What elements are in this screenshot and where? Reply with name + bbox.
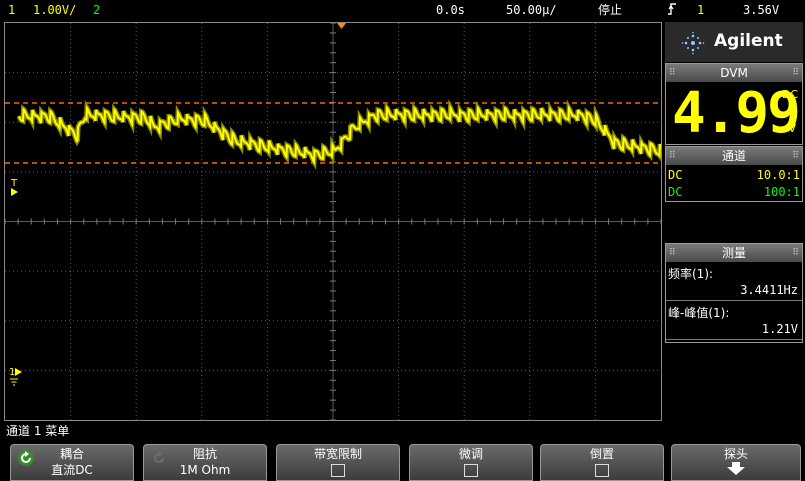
graticule: T 1 [5,23,661,420]
status-bar: 1 1.00V/ 2 0.0s 50.00µ/ 停止 1 3.56V [0,0,805,22]
ch1-coupling: DC [668,168,683,182]
measurement-header[interactable]: ⠿ 测量 ⠿ [666,244,802,262]
channel-row-2[interactable]: DC 100:1 [668,185,800,201]
run-state[interactable]: 停止 [598,3,622,17]
trigger-source[interactable]: 1 [697,3,704,17]
softkey-probe[interactable]: 探头 [671,444,801,481]
dvm-mode: DC [781,88,798,101]
measurement-label-pk-pk: 峰-峰值(1): [668,306,730,320]
trigger-edge-icon [667,1,677,20]
channel-box[interactable]: ⠿ 通道 ⠿ DC 10.0:1 DC 100:1 [665,146,803,202]
softkey-coupling[interactable]: 耦合 直流DC [10,444,134,481]
trigger-level[interactable]: 3.56V [743,3,779,17]
channel-header-label: 通道 [721,149,746,163]
trigger-level-marker[interactable]: T [10,178,18,196]
ch1-ground-marker[interactable]: 1 [9,367,22,386]
measurement-divider-bottom [666,339,802,340]
measurement-value-frequency: 3.4411Hz [740,283,798,297]
channel1-waveform [16,99,661,171]
trigger-position-marker[interactable] [337,23,346,29]
softkey-invert-label: 倒置 [589,447,614,461]
checkbox-icon[interactable] [464,464,478,477]
trigger-level-marker-label: T [10,178,18,189]
measurement-label-frequency: 频率(1): [668,267,714,281]
dvm-box[interactable]: ⠿ DVM ⠿ 4.99 DC V [665,63,803,145]
submenu-arrow-icon [672,462,800,479]
ch1-scale[interactable]: 1.00V/ [33,3,76,17]
refresh-icon [17,449,35,467]
time-scale[interactable]: 50.00µ/ [506,3,557,17]
brand-box: Agilent [665,22,803,62]
softkey-fine-label: 微调 [458,447,483,461]
softkey-probe-label: 探头 [723,447,748,461]
ch1-label[interactable]: 1 [8,3,15,17]
ch2-probe: 100:1 [763,185,800,199]
brand-name: Agilent [714,31,783,51]
refresh-icon [150,449,168,467]
dvm-reading: 4.99 [672,81,801,146]
checkbox-icon[interactable] [331,464,345,477]
time-position[interactable]: 0.0s [436,3,465,17]
checkbox-icon[interactable] [595,464,609,477]
dvm-header-label: DVM [720,66,748,80]
softkey-bw-limit-label: 带宽限制 [313,447,362,461]
ch1-probe: 10.0:1 [756,168,800,182]
menu-title: 通道 1 菜单 [6,424,70,438]
channel-header[interactable]: ⠿ 通道 ⠿ [666,147,802,165]
softkey-impedance[interactable]: 阻抗 1M Ohm [143,444,267,481]
measurement-value-pk-pk: 1.21V [761,322,798,336]
dvm-header[interactable]: ⠿ DVM ⠿ [666,64,802,82]
ch2-coupling: DC [668,185,683,199]
side-panel: Agilent ⠿ DVM ⠿ 4.99 DC V ⠿ 通道 ⠿ DC 10.0… [665,22,805,421]
softkey-bw-limit[interactable]: 带宽限制 [276,444,400,481]
measurement-divider [666,300,802,301]
measurement-header-label: 测量 [721,246,746,260]
dvm-unit: V [788,122,796,135]
channel-row-1[interactable]: DC 10.0:1 [668,168,800,184]
ch1-ground-marker-label: 1 [9,367,15,378]
waveform-display[interactable]: T 1 [4,22,662,421]
agilent-spark-icon [681,31,705,58]
softkey-invert[interactable]: 倒置 [540,444,664,481]
softkey-fine[interactable]: 微调 [409,444,533,481]
ch2-label[interactable]: 2 [93,3,100,17]
measurement-box[interactable]: ⠿ 测量 ⠿ 频率(1): 3.4411Hz 峰-峰值(1): 1.21V [665,243,803,343]
